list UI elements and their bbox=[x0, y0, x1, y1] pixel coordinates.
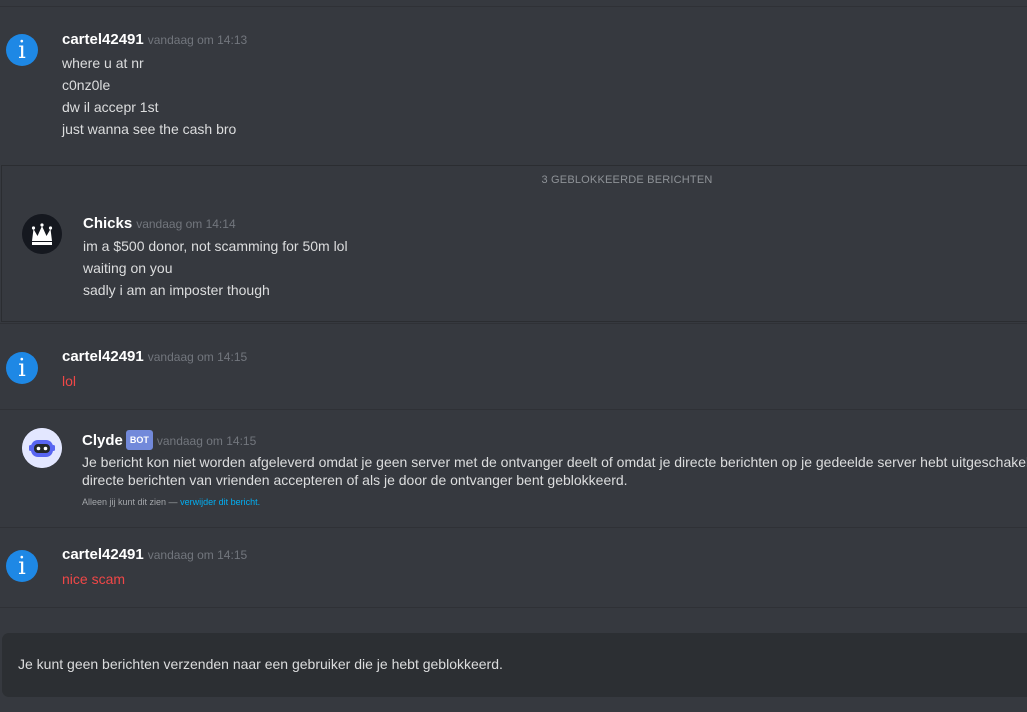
avatar[interactable]: i bbox=[6, 352, 38, 384]
message-line: sadly i am an imposter though bbox=[83, 282, 270, 298]
crown-icon bbox=[22, 214, 62, 254]
timestamp: vandaag om 14:13 bbox=[147, 33, 248, 47]
username[interactable]: Chicks bbox=[83, 215, 132, 232]
message-group: i cartel42491 vandaag om 14:15 nice scam bbox=[0, 527, 1027, 607]
timestamp: vandaag om 14:15 bbox=[147, 548, 248, 562]
message-composer-disabled[interactable]: Je kunt geen berichten verzenden naar ee… bbox=[2, 633, 1027, 697]
ephemeral-note-text: Alleen jij kunt dit zien — bbox=[82, 497, 178, 507]
avatar[interactable] bbox=[22, 214, 62, 254]
timestamp: vandaag om 14:14 bbox=[136, 217, 236, 231]
timestamp: vandaag om 14:15 bbox=[147, 350, 248, 364]
timestamp: vandaag om 14:15 bbox=[156, 434, 257, 448]
username[interactable]: Clyde bbox=[82, 432, 123, 449]
message-line: directe berichten van vrienden acceptere… bbox=[82, 472, 628, 488]
message-header: Chicks vandaag om 14:14 bbox=[83, 215, 236, 233]
info-icon: i bbox=[18, 552, 26, 580]
message-line: dw il accepr 1st bbox=[62, 99, 159, 115]
username[interactable]: cartel42491 bbox=[62, 546, 144, 563]
message-group: i cartel42491 vandaag om 14:15 lol bbox=[0, 323, 1027, 409]
info-icon: i bbox=[18, 36, 26, 64]
message-line: just wanna see the cash bro bbox=[62, 121, 237, 137]
blocked-messages-group[interactable]: 3 GEBLOKKEERDE BERICHTEN Chicks vandaag o… bbox=[1, 165, 1027, 322]
message-line: im a $500 donor, not scamming for 50m lo… bbox=[83, 238, 348, 254]
ephemeral-note: Alleen jij kunt dit zien — verwijder dit… bbox=[82, 497, 260, 507]
info-icon: i bbox=[18, 354, 26, 382]
message-header: cartel42491 vandaag om 14:13 bbox=[62, 31, 247, 49]
username[interactable]: cartel42491 bbox=[62, 31, 144, 48]
chat-window: i cartel42491 vandaag om 14:13 where u at… bbox=[0, 0, 1027, 712]
message-header: cartel42491 vandaag om 14:15 bbox=[62, 348, 247, 366]
message-header: Clyde BOT vandaag om 14:15 bbox=[82, 430, 256, 450]
avatar[interactable] bbox=[22, 428, 62, 468]
avatar[interactable]: i bbox=[6, 34, 38, 66]
message-line: lol bbox=[62, 373, 77, 389]
divider bbox=[0, 607, 1027, 608]
bot-message-group: Clyde BOT vandaag om 14:15 Je bericht kon … bbox=[0, 409, 1027, 527]
delete-message-link[interactable]: verwijder dit bericht. bbox=[180, 497, 260, 507]
blocked-messages-label[interactable]: 3 GEBLOKKEERDE BERICHTEN bbox=[2, 174, 1027, 186]
bot-badge: BOT bbox=[125, 430, 153, 450]
message-line: c0nz0le bbox=[62, 77, 111, 93]
robot-icon bbox=[22, 428, 62, 468]
message-line: where u at nr bbox=[62, 55, 144, 71]
blocked-composer-text: Je kunt geen berichten verzenden naar ee… bbox=[18, 656, 503, 672]
message-header: cartel42491 vandaag om 14:15 bbox=[62, 546, 247, 564]
message-line: waiting on you bbox=[83, 260, 173, 276]
avatar[interactable]: i bbox=[6, 550, 38, 582]
username[interactable]: cartel42491 bbox=[62, 348, 144, 365]
message-line: nice scam bbox=[62, 571, 126, 587]
message-group: i cartel42491 vandaag om 14:13 where u at… bbox=[0, 6, 1027, 163]
